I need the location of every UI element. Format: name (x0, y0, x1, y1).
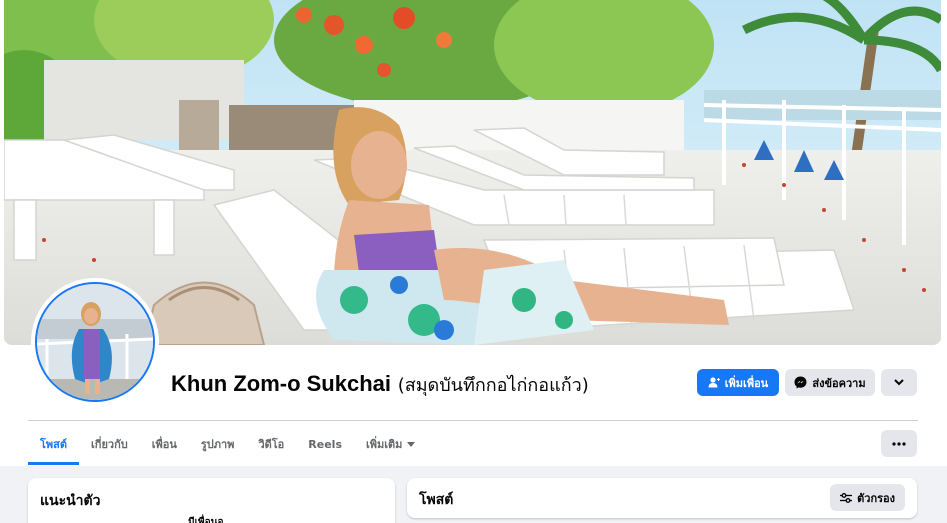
tab-label: เกี่ยวกับ (91, 438, 128, 451)
message-label: ส่งข้อความ (812, 376, 866, 390)
tab-photos[interactable]: รูปภาพ (189, 423, 247, 465)
message-button[interactable]: ส่งข้อความ (785, 369, 875, 396)
tabs-more-options-button[interactable] (881, 430, 917, 457)
tab-videos[interactable]: วิดีโอ (246, 423, 296, 465)
profile-more-button[interactable] (881, 369, 917, 396)
profile-name: Khun Zom-o Sukchai (สมุดบันทึกกอไก่กอแก้… (171, 370, 589, 399)
add-friend-label: เพิ่มเพื่อน (724, 376, 769, 390)
add-friend-button[interactable]: เพิ่มเพื่อน (697, 369, 779, 396)
profile-name-main: Khun Zom-o Sukchai (171, 371, 391, 396)
add-friend-icon (708, 377, 720, 388)
tab-label: เพิ่มเติม (366, 438, 403, 451)
cover-photo-illustration (4, 0, 941, 345)
cover-photo[interactable] (4, 0, 941, 345)
profile-alternate-name: (สมุดบันทึกกอไก่กอแก้ว) (397, 375, 589, 396)
tab-label: Reels (308, 437, 342, 451)
filter-label: ตัวกรอง (857, 491, 895, 505)
posts-title: โพสต์ (419, 492, 454, 508)
tab-label: วิดีโอ (258, 438, 285, 451)
tab-label: รูปภาพ (200, 438, 235, 451)
filter-button[interactable]: ตัวกรอง (830, 484, 905, 511)
intro-partial-text: มีเพื่อนอ (188, 517, 224, 523)
caret-down-icon (407, 441, 416, 447)
tab-more[interactable]: เพิ่มเติม (354, 423, 427, 465)
messenger-icon (794, 376, 807, 389)
tab-about[interactable]: เกี่ยวกับ (79, 423, 140, 465)
tab-label: เพื่อน (151, 438, 177, 451)
intro-card: แนะนำตัว มีเพื่อนอ (28, 478, 395, 523)
profile-page: Khun Zom-o Sukchai (สมุดบันทึกกอไก่กอแก้… (0, 0, 947, 523)
avatar-image (35, 282, 155, 402)
posts-card: โพสต์ ตัวกรอง (407, 478, 917, 518)
profile-tabs: โพสต์ เกี่ยวกับ เพื่อน รูปภาพ วิดีโอ Ree… (28, 423, 427, 465)
filter-sliders-icon (840, 492, 853, 503)
tab-reels[interactable]: Reels (296, 423, 354, 465)
chevron-down-icon (894, 379, 904, 386)
ellipsis-icon (892, 441, 906, 446)
tab-friends[interactable]: เพื่อน (140, 423, 189, 465)
intro-title: แนะนำตัว (40, 493, 101, 509)
tab-label: โพสต์ (40, 438, 68, 451)
header-divider (28, 420, 918, 421)
profile-avatar[interactable] (31, 278, 159, 406)
tab-posts[interactable]: โพสต์ (28, 423, 80, 465)
